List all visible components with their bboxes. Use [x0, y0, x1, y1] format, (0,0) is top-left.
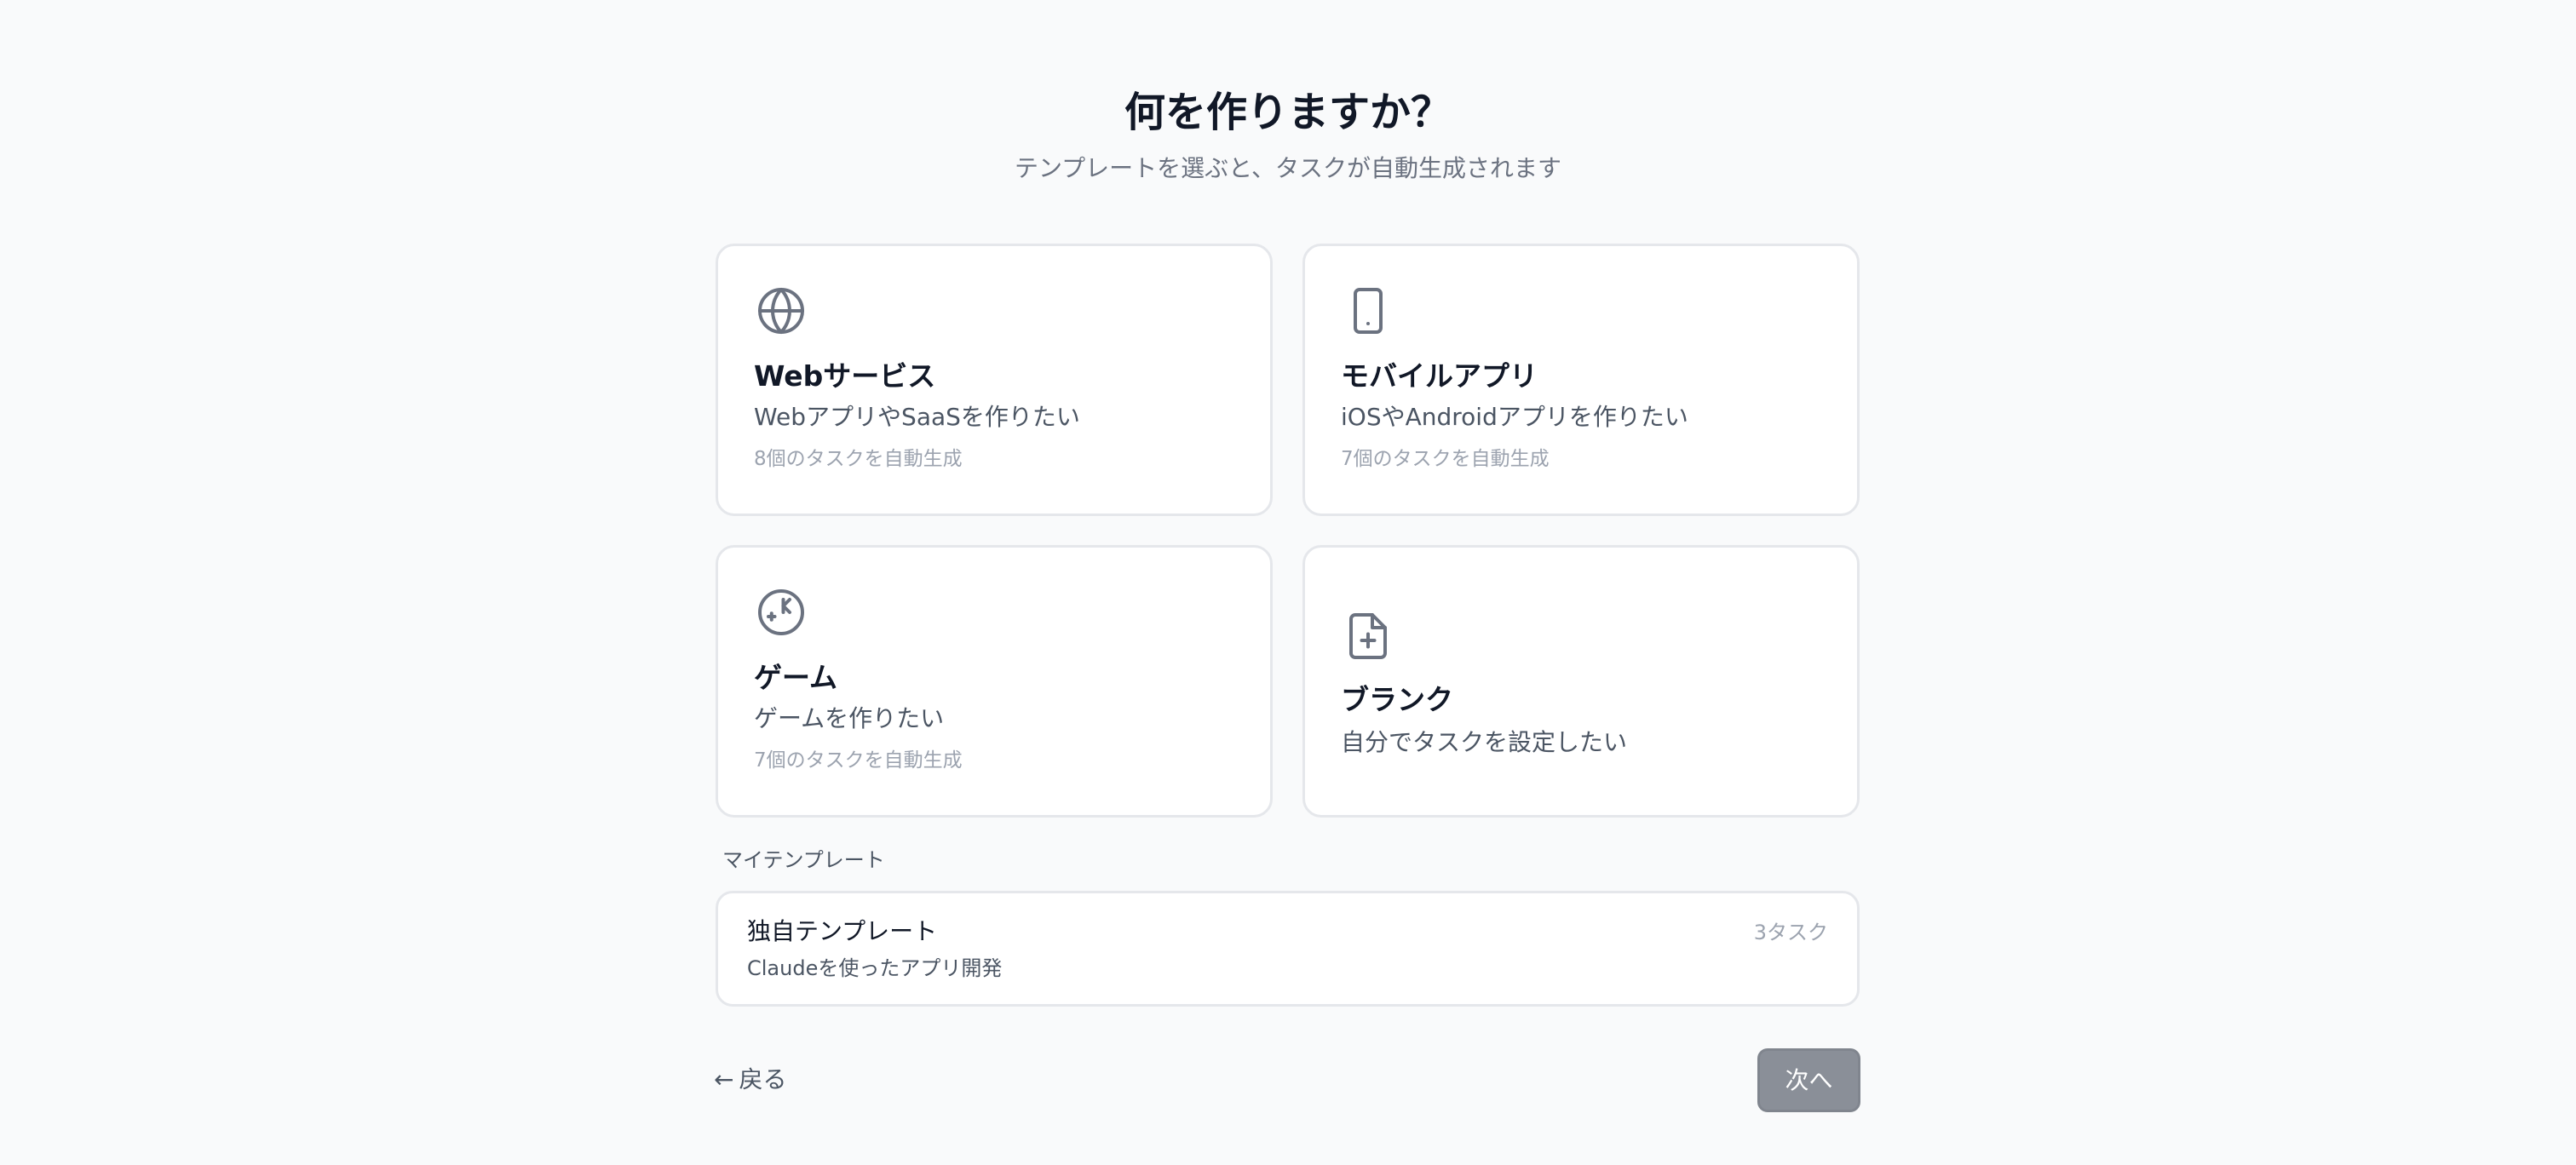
- template-card-blank[interactable]: ブランク 自分でタスクを設定したい: [1302, 545, 1860, 818]
- arrow-left-icon: ←: [714, 1065, 734, 1093]
- next-button[interactable]: 次へ: [1757, 1048, 1860, 1112]
- my-template-item[interactable]: 独自テンプレート Claudeを使ったアプリ開発 3タスク: [716, 891, 1860, 1007]
- my-templates-heading: マイテンプレート: [722, 848, 885, 872]
- template-card-game[interactable]: ゲーム ゲームを作りたい 7個のタスクを自動生成: [716, 545, 1273, 818]
- my-template-task-count: 3タスク: [1753, 921, 1828, 944]
- page-title: 何を作りますか？: [1124, 89, 1452, 136]
- back-button[interactable]: ← 戻る: [714, 1061, 786, 1099]
- page-subtitle: テンプレートを選ぶと、タスクが自動生成されます: [1014, 154, 1562, 182]
- template-card-title: モバイルアプリ: [1341, 359, 1538, 393]
- template-card-web-service[interactable]: Webサービス WebアプリやSaaSを作りたい 8個のタスクを自動生成: [716, 244, 1273, 516]
- template-card-description: ゲームを作りたい: [754, 704, 945, 732]
- back-button-label: 戻る: [739, 1065, 787, 1093]
- smartphone-icon: [1343, 285, 1394, 336]
- template-card-title: Webサービス: [754, 359, 936, 393]
- template-card-title: ゲーム: [754, 661, 838, 694]
- template-card-description: WebアプリやSaaSを作りたい: [754, 403, 1080, 431]
- template-card-description: iOSやAndroidアプリを作りたい: [1341, 403, 1688, 431]
- my-template-description: Claudeを使ったアプリ開発: [747, 956, 1003, 980]
- gamepad-icon: [756, 587, 807, 638]
- template-card-description: 自分でタスクを設定したい: [1341, 728, 1628, 756]
- template-card-task-note: 8個のタスクを自動生成: [754, 448, 963, 470]
- my-template-title: 独自テンプレート: [747, 917, 938, 945]
- template-card-task-note: 7個のタスクを自動生成: [754, 749, 963, 772]
- template-card-task-note: 7個のタスクを自動生成: [1341, 448, 1550, 470]
- template-card-title: ブランク: [1341, 683, 1453, 716]
- file-plus-icon: [1343, 611, 1394, 662]
- globe-icon: [756, 285, 807, 336]
- template-card-mobile-app[interactable]: モバイルアプリ iOSやAndroidアプリを作りたい 7個のタスクを自動生成: [1302, 244, 1860, 516]
